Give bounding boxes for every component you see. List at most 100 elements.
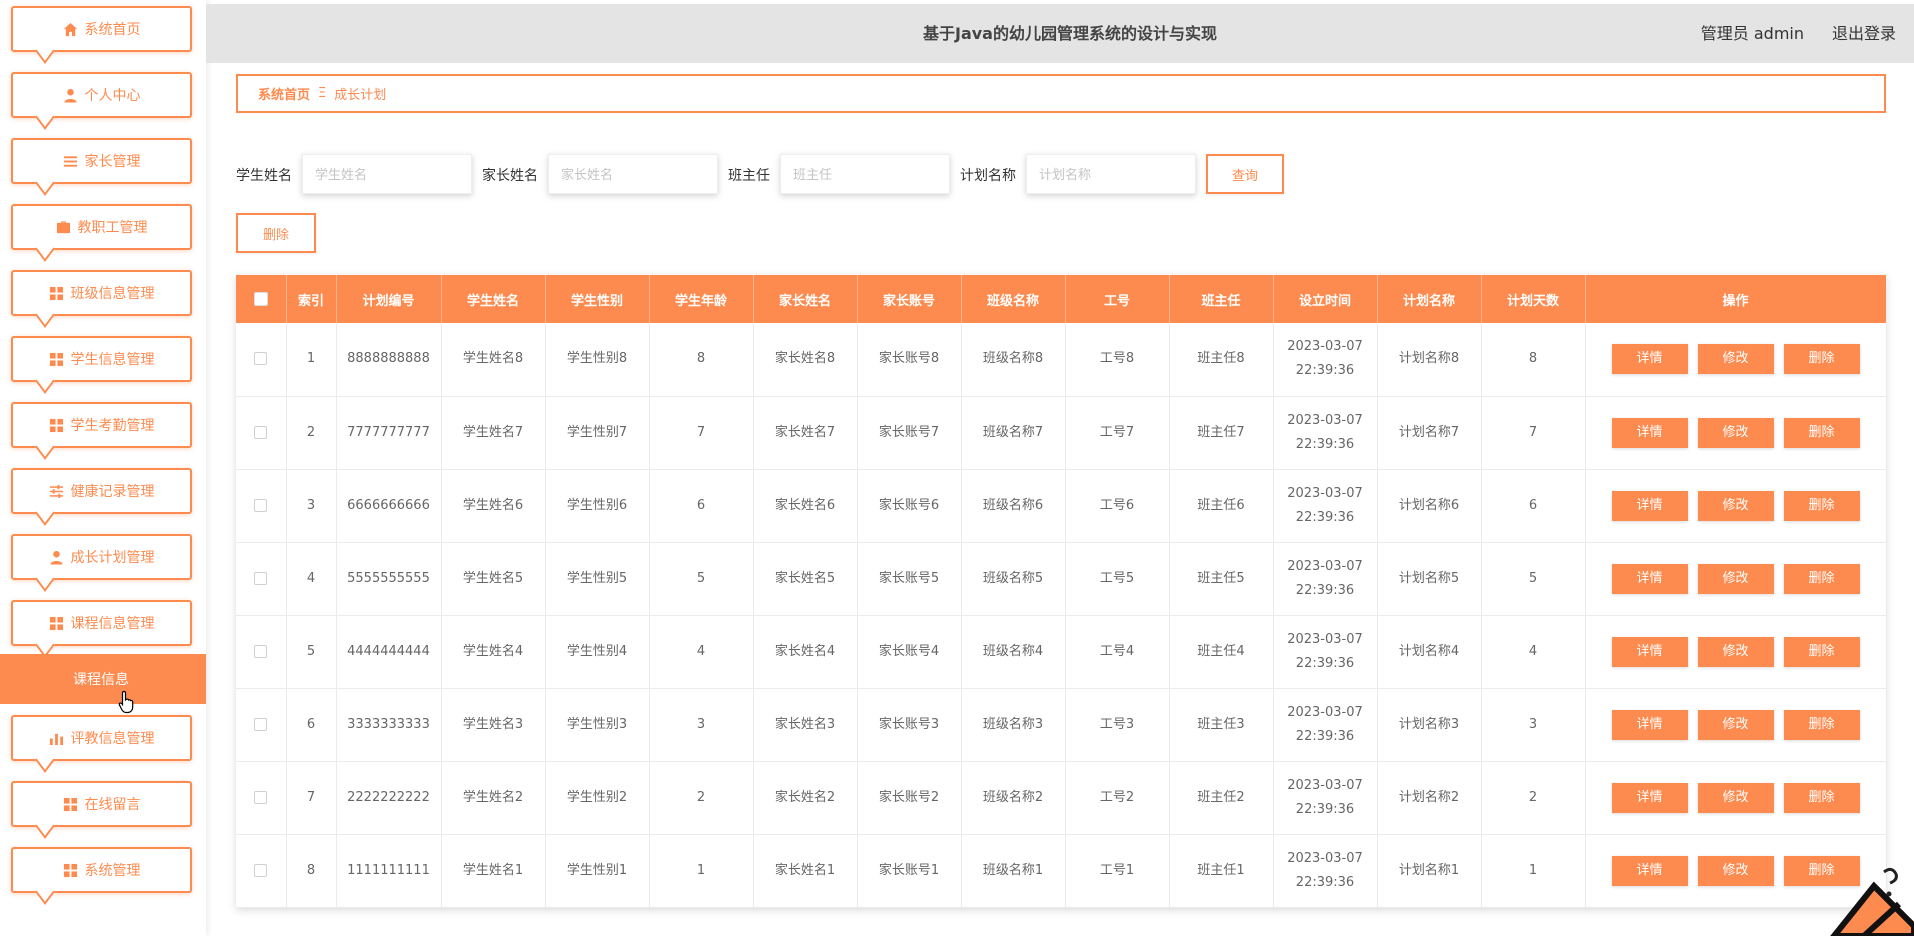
cell-index: 1 bbox=[286, 323, 337, 397]
cell-student-age: 4 bbox=[649, 615, 754, 689]
sidebar-item-course-info[interactable]: 课程信息管理 bbox=[11, 600, 192, 646]
cell-plan-no: 6666666666 bbox=[336, 469, 442, 543]
briefcase-icon bbox=[56, 219, 72, 235]
detail-button[interactable]: 详情 bbox=[1611, 709, 1688, 740]
user-icon bbox=[63, 87, 79, 103]
table-row: 3 6666666666 学生姓名6 学生性别6 6 家长姓名6 家长账号6 班级名称6 工号6… bbox=[236, 469, 1887, 543]
sidebar-item-label: 学生考勤管理 bbox=[70, 418, 155, 434]
row-actions: 详情 修改 删除 bbox=[1586, 344, 1886, 375]
row-checkbox[interactable] bbox=[254, 717, 268, 731]
delete-button[interactable]: 删除 bbox=[1783, 709, 1860, 740]
delete-button[interactable]: 删除 bbox=[1783, 417, 1860, 448]
cell-date: 2023-03-07 bbox=[1287, 704, 1363, 720]
row-checkbox[interactable] bbox=[254, 498, 268, 512]
app-title: 基于Java的幼儿园管理系统的设计与实现 bbox=[923, 24, 1217, 43]
edit-button[interactable]: 修改 bbox=[1697, 417, 1774, 448]
column-header: 设立时间 bbox=[1273, 275, 1378, 323]
row-checkbox[interactable] bbox=[254, 425, 268, 439]
row-checkbox[interactable] bbox=[254, 790, 268, 804]
detail-button[interactable]: 详情 bbox=[1611, 855, 1688, 886]
sidebar-item-staff[interactable]: 教职工管理 bbox=[11, 204, 192, 250]
edit-button[interactable]: 修改 bbox=[1697, 563, 1774, 594]
sidebar-item-student-info[interactable]: 学生信息管理 bbox=[11, 336, 192, 382]
cell-created-time: 2023-03-07 22:39:36 bbox=[1273, 761, 1378, 835]
sidebar-item-class-info[interactable]: 班级信息管理 bbox=[11, 270, 192, 316]
cell-class-name: 班级名称7 bbox=[961, 396, 1066, 470]
cell-plan-name: 计划名称4 bbox=[1377, 615, 1482, 689]
query-button[interactable]: 查询 bbox=[1206, 154, 1284, 194]
detail-button[interactable]: 详情 bbox=[1611, 490, 1688, 521]
sidebar-item-profile[interactable]: 个人中心 bbox=[11, 72, 192, 118]
logout-link[interactable]: 退出登录 bbox=[1832, 4, 1896, 63]
edit-button[interactable]: 修改 bbox=[1697, 490, 1774, 521]
sidebar-item-parents[interactable]: 家长管理 bbox=[11, 138, 192, 184]
plan-name-label: 计划名称 bbox=[960, 168, 1016, 184]
cell-parent-name: 家长姓名4 bbox=[753, 615, 858, 689]
edit-button[interactable]: 修改 bbox=[1697, 344, 1774, 375]
cell-index: 6 bbox=[286, 688, 337, 762]
cell-parent-account: 家长账号4 bbox=[857, 615, 962, 689]
detail-button[interactable]: 详情 bbox=[1611, 636, 1688, 667]
cell-student-name: 学生姓名1 bbox=[441, 834, 546, 908]
student-name-input[interactable] bbox=[302, 154, 472, 194]
sidebar-item-evaluation[interactable]: 评教信息管理 bbox=[11, 715, 192, 761]
cell-plan-no: 1111111111 bbox=[336, 834, 442, 908]
sidebar-item-growth-plan[interactable]: 成长计划管理 bbox=[11, 534, 192, 580]
delete-button[interactable]: 删除 bbox=[1783, 855, 1860, 886]
sidebar-item-label: 课程信息管理 bbox=[70, 616, 155, 632]
row-actions-cell: 详情 修改 删除 bbox=[1585, 396, 1887, 470]
edit-button[interactable]: 修改 bbox=[1697, 855, 1774, 886]
detail-button[interactable]: 详情 bbox=[1611, 417, 1688, 448]
grid-icon bbox=[49, 615, 65, 631]
cell-created-time: 2023-03-07 22:39:36 bbox=[1273, 396, 1378, 470]
column-header: 班主任 bbox=[1169, 275, 1274, 323]
cell-class-name: 班级名称2 bbox=[961, 761, 1066, 835]
row-checkbox[interactable] bbox=[254, 863, 268, 877]
delete-button[interactable]: 删除 bbox=[1783, 344, 1860, 375]
detail-button[interactable]: 详情 bbox=[1611, 782, 1688, 813]
edit-button[interactable]: 修改 bbox=[1697, 636, 1774, 667]
row-checkbox[interactable] bbox=[254, 644, 268, 658]
edit-button[interactable]: 修改 bbox=[1697, 782, 1774, 813]
cell-index: 8 bbox=[286, 834, 337, 908]
row-checkbox[interactable] bbox=[254, 571, 268, 585]
cell-plan-days: 7 bbox=[1481, 396, 1586, 470]
sidebar-subitem-course[interactable]: 课程信息 bbox=[0, 654, 206, 704]
delete-button[interactable]: 删除 bbox=[1783, 490, 1860, 521]
cell-created-time: 2023-03-07 22:39:36 bbox=[1273, 542, 1378, 616]
sidebar-item-home[interactable]: 系统首页 bbox=[11, 6, 192, 52]
cell-parent-name: 家长姓名1 bbox=[753, 834, 858, 908]
breadcrumb-home[interactable]: 系统首页 bbox=[258, 84, 310, 103]
cell-time: 22:39:36 bbox=[1295, 363, 1355, 379]
sidebar-item-health[interactable]: 健康记录管理 bbox=[11, 468, 192, 514]
cell-date: 2023-03-07 bbox=[1287, 558, 1363, 574]
sidebar-item-label: 教职工管理 bbox=[77, 220, 148, 236]
bar-chart-icon bbox=[49, 730, 65, 746]
grid-icon bbox=[49, 417, 65, 433]
sidebar-item-system[interactable]: 系统管理 bbox=[11, 847, 192, 893]
row-actions: 详情 修改 删除 bbox=[1586, 417, 1886, 448]
cell-head-teacher: 班主任6 bbox=[1169, 469, 1274, 543]
head-teacher-input[interactable] bbox=[780, 154, 950, 194]
parent-name-input[interactable] bbox=[548, 154, 718, 194]
edit-button[interactable]: 修改 bbox=[1697, 709, 1774, 740]
detail-button[interactable]: 详情 bbox=[1611, 344, 1688, 375]
delete-button[interactable]: 删除 bbox=[1783, 563, 1860, 594]
delete-button[interactable]: 删除 bbox=[1783, 782, 1860, 813]
plan-name-input[interactable] bbox=[1026, 154, 1196, 194]
cell-student-age: 6 bbox=[649, 469, 754, 543]
cell-created-time: 2023-03-07 22:39:36 bbox=[1273, 688, 1378, 762]
sidebar-item-attendance[interactable]: 学生考勤管理 bbox=[11, 402, 192, 448]
select-all-checkbox[interactable] bbox=[253, 292, 268, 306]
delete-button[interactable]: 删除 bbox=[1783, 636, 1860, 667]
cell-parent-name: 家长姓名2 bbox=[753, 761, 858, 835]
detail-button[interactable]: 详情 bbox=[1611, 563, 1688, 594]
sidebar-item-messages[interactable]: 在线留言 bbox=[11, 781, 192, 827]
cell-student-gender: 学生性别6 bbox=[545, 469, 650, 543]
batch-delete-button[interactable]: 删除 bbox=[236, 213, 316, 253]
hand-cursor-icon bbox=[118, 690, 134, 714]
cell-class-name: 班级名称6 bbox=[961, 469, 1066, 543]
head-teacher-label: 班主任 bbox=[728, 168, 770, 184]
sidebar-item-label: 班级信息管理 bbox=[70, 286, 155, 302]
row-checkbox[interactable] bbox=[254, 352, 268, 366]
